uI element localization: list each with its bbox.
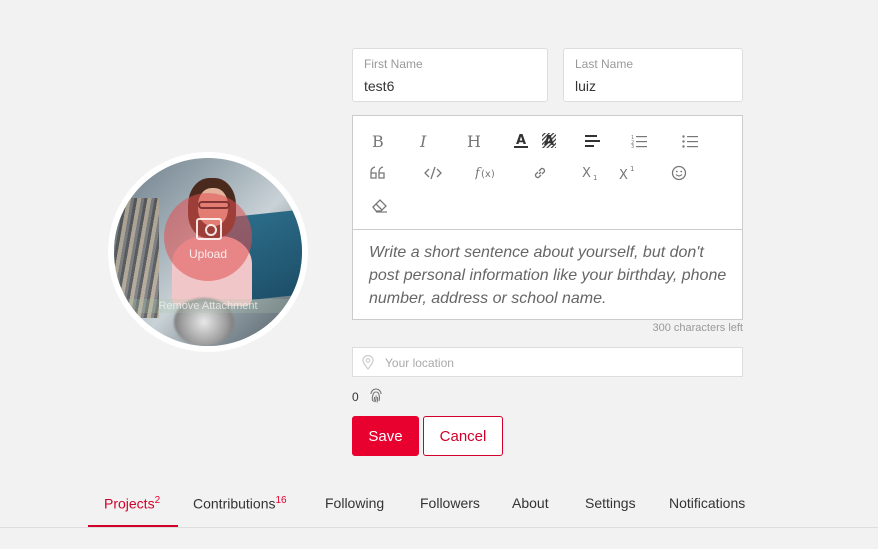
bold-icon[interactable]: B (366, 130, 390, 152)
subscript-icon[interactable]: X1 (579, 162, 603, 184)
camera-icon[interactable] (196, 218, 222, 240)
svg-text:1: 1 (593, 174, 597, 181)
tab-badge: 16 (275, 495, 287, 506)
save-button[interactable]: Save (352, 416, 419, 456)
svg-text:(x): (x) (481, 169, 495, 180)
blockquote-icon[interactable] (366, 162, 390, 184)
characters-left: 300 characters left (652, 322, 744, 334)
fingerprint-count: 0 (352, 390, 359, 404)
formula-icon[interactable]: f (x) (474, 162, 498, 184)
tab-label: Followers (420, 495, 480, 511)
svg-text:A: A (544, 134, 554, 149)
svg-text:H: H (467, 133, 481, 149)
last-name-label: Last Name (575, 57, 634, 71)
avatar[interactable]: Upload Remove Attachment (108, 152, 308, 352)
first-name-label: First Name (364, 57, 423, 71)
tab-label: About (512, 495, 549, 511)
last-name-value[interactable]: luiz (575, 78, 596, 94)
ordered-list-icon[interactable]: 123 (627, 130, 651, 152)
svg-text:X: X (582, 166, 591, 181)
active-tab-indicator (88, 525, 178, 527)
remove-attachment-button[interactable]: Remove Attachment (114, 299, 302, 313)
bio-editor[interactable]: B I H A A 123 f (x) X 1 X 1 Write a shor… (352, 115, 743, 320)
map-pin-icon (362, 354, 374, 375)
svg-text:B: B (372, 133, 384, 149)
bio-placeholder[interactable]: Write a short sentence about yourself, b… (369, 241, 731, 310)
avatar-image[interactable]: Upload Remove Attachment (114, 158, 302, 346)
last-name-field[interactable]: Last Name luiz (563, 48, 743, 102)
tab-settings[interactable]: Settings (585, 495, 636, 511)
tab-label: Contributions (193, 495, 276, 512)
svg-text:I: I (419, 133, 427, 149)
italic-icon[interactable]: I (413, 130, 437, 152)
tab-projects[interactable]: Projects2 (104, 495, 160, 512)
font-color-icon[interactable]: A (509, 130, 533, 152)
tab-following[interactable]: Following (325, 495, 384, 511)
tab-badge: 2 (154, 495, 161, 506)
align-icon[interactable] (580, 130, 604, 152)
emoji-icon[interactable] (667, 162, 691, 184)
tab-label: Following (325, 495, 385, 511)
tab-contributions[interactable]: Contributions16 (193, 495, 287, 512)
first-name-value[interactable]: test6 (364, 78, 394, 94)
cancel-button[interactable]: Cancel (423, 416, 503, 456)
editor-toolbar: B I H A A 123 f (x) X 1 X 1 (353, 116, 742, 230)
profile-tabs: Projects2 Contributions16 Following Foll… (0, 485, 878, 528)
location-field[interactable] (352, 347, 743, 377)
svg-text:X: X (619, 168, 628, 181)
tab-label: Settings (585, 495, 636, 511)
fingerprint-icon[interactable] (368, 388, 384, 409)
unordered-list-icon[interactable] (678, 130, 702, 152)
tab-about[interactable]: About (512, 495, 549, 511)
superscript-icon[interactable]: X1 (616, 162, 640, 184)
tab-notifications[interactable]: Notifications (669, 495, 745, 511)
tab-label: Projects (104, 495, 155, 512)
svg-text:3: 3 (631, 144, 634, 148)
first-name-field[interactable]: First Name test6 (352, 48, 548, 102)
tab-followers[interactable]: Followers (420, 495, 480, 511)
code-icon[interactable] (421, 162, 445, 184)
heading-icon[interactable]: H (462, 130, 486, 152)
location-input[interactable] (383, 353, 727, 373)
upload-label[interactable]: Upload (114, 247, 302, 261)
svg-text:1: 1 (630, 165, 634, 173)
clear-format-icon[interactable] (368, 194, 392, 216)
link-icon[interactable] (528, 162, 552, 184)
highlight-icon[interactable]: A (537, 130, 561, 152)
tab-label: Notifications (669, 495, 746, 511)
svg-text:A: A (516, 133, 526, 148)
